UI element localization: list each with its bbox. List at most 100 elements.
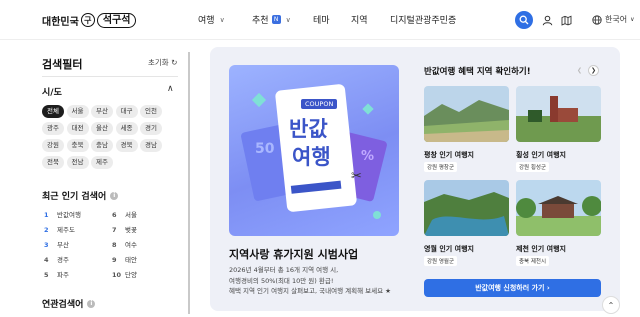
rank-number: 4 [44, 256, 49, 264]
card-image-hoengseong[interactable] [516, 86, 601, 142]
rank-number: 3 [44, 241, 49, 249]
related-search-title: 연관검색어 i [42, 297, 96, 310]
event-desc-line-1: 2026년 4월부터 총 16개 지역 여행 시, [229, 266, 339, 274]
popular-search-item[interactable]: 5 파주 [44, 269, 69, 279]
region-chip[interactable]: 광주 [42, 122, 64, 135]
event-description: 2026년 4월부터 총 16개 지역 여행 시, 여행경비의 50%(최대 1… [229, 265, 404, 297]
region-chip[interactable]: 대구 [115, 105, 138, 118]
prev-button[interactable]: ❮ [574, 65, 585, 76]
event-title[interactable]: 지역사랑 휴가지원 시범사업 [229, 246, 358, 262]
region-chip[interactable]: 전남 [66, 156, 89, 169]
card-tag-pyeongchang: 강원 평창군 [424, 162, 458, 172]
apply-button-label: 반값여행 신청하러 가기 [475, 284, 545, 292]
info-icon[interactable]: i [110, 191, 119, 200]
next-button[interactable]: ❯ [588, 65, 599, 76]
card-image-yeongwol[interactable] [424, 180, 509, 236]
card-title-hoengseong[interactable]: 횡성 인기 여행지 [516, 150, 566, 160]
region-chip[interactable]: 강원 [42, 139, 64, 152]
map-icon [561, 15, 571, 26]
card-title-yeongwol[interactable]: 영월 인기 여행지 [424, 244, 474, 254]
region-chip[interactable]: 경남 [140, 139, 162, 152]
scissors-icon: ✂ [351, 169, 362, 184]
region-chip[interactable]: 경북 [115, 139, 138, 152]
scroll-top-button[interactable]: ⌃ [602, 296, 620, 314]
banner-deco-left: 50 [255, 141, 275, 157]
apply-button[interactable]: 반값여행 신청하러 가기 › [424, 279, 601, 297]
rank-term: 경주 [57, 256, 69, 264]
nav-digital-resident-label: 디지털관광주민증 [390, 16, 457, 26]
region-chip[interactable]: 부산 [91, 105, 113, 118]
region-chip[interactable]: 인천 [140, 105, 162, 118]
card-tag-jecheon: 충북 제천시 [516, 256, 550, 266]
info-icon[interactable]: i [87, 299, 96, 308]
user-button[interactable] [540, 13, 554, 27]
rank-term: 반값여행 [57, 211, 81, 219]
map-button[interactable] [559, 13, 573, 27]
reset-button[interactable]: 초기화 ↻ [148, 57, 177, 68]
popular-search-item[interactable]: 10 단양 [112, 269, 137, 279]
card-title-jecheon[interactable]: 제천 인기 여행지 [516, 244, 566, 254]
rank-term: 서울 [125, 211, 137, 219]
region-chip[interactable]: 서울 [66, 105, 89, 118]
card-image-pyeongchang[interactable] [424, 86, 509, 142]
region-chip[interactable]: 대전 [66, 122, 89, 135]
half-price-banner[interactable]: COUPON 반값 여행 50 % ✂ [229, 65, 399, 236]
popular-search-item[interactable]: 6 서울 [112, 209, 137, 219]
region-chip[interactable]: 충북 [66, 139, 89, 152]
event-desc-line-3-text: 혜택 지역 인기 여행지 살펴보고, 국내여행 계획해 보세요 [229, 287, 384, 295]
card-title-pyeongchang[interactable]: 평창 인기 여행지 [424, 150, 474, 160]
chevron-up-icon[interactable]: ∧ [167, 84, 174, 94]
rank-term: 파주 [57, 271, 69, 279]
sidebar-scrollbar[interactable] [188, 52, 190, 314]
popular-search-item[interactable]: 2 제주도 [44, 224, 75, 234]
search-icon [519, 15, 529, 25]
popular-search-item[interactable]: 7 벚꽃 [112, 224, 137, 234]
logo-mark: 구 [80, 13, 95, 27]
related-search-title-text: 연관검색어 [42, 300, 84, 310]
nav-region[interactable]: 지역 [351, 13, 368, 26]
popular-search-item[interactable]: 8 여수 [112, 239, 137, 249]
nav-theme[interactable]: 테마 [313, 13, 330, 26]
double-chevron-up-icon: ⌃ [607, 300, 615, 310]
popular-search-item[interactable]: 4 경주 [44, 254, 69, 264]
new-badge: N [271, 15, 281, 24]
logo-text-left: 대한민국 [42, 16, 79, 28]
coupon-label: COUPON [301, 99, 338, 109]
filter-title: 검색필터 [42, 58, 83, 71]
card-tag-hoengseong: 강원 횡성군 [516, 162, 550, 172]
region-chip[interactable]: 전체 [42, 105, 64, 118]
nav-theme-label: 테마 [313, 16, 330, 26]
event-desc-line-3: 혜택 지역 인기 여행지 살펴보고, 국내여행 계획해 보세요 ★ [229, 286, 404, 297]
globe-icon [592, 14, 602, 25]
region-chip[interactable]: 세종 [115, 122, 138, 135]
popular-search-item[interactable]: 1 반값여행 [44, 209, 81, 219]
reset-label: 초기화 [148, 58, 169, 67]
nav-digital-resident[interactable]: 디지털관광주민증 [390, 13, 456, 26]
nav-travel-label: 여행 [198, 16, 215, 26]
region-check-title: 반값여행 혜택 지역 확인하기! [424, 67, 531, 77]
search-button[interactable] [515, 11, 533, 29]
banner-line2: 여행 [292, 145, 331, 169]
card-image-jecheon[interactable] [516, 180, 601, 236]
region-chip[interactable]: 전북 [42, 156, 64, 169]
divider [42, 76, 178, 77]
rank-number: 6 [112, 211, 117, 219]
rank-number: 2 [44, 226, 49, 234]
banner-line1: 반값 [289, 117, 328, 141]
nav-recommend[interactable]: 추천 N ∨ [252, 13, 291, 26]
popular-search-item[interactable]: 9 태안 [112, 254, 137, 264]
region-chip[interactable]: 충남 [91, 139, 113, 152]
rank-term: 벚꽃 [125, 226, 137, 234]
nav-travel[interactable]: 여행 ∨ [198, 13, 225, 27]
region-chip[interactable]: 제주 [91, 156, 113, 169]
chevron-down-icon: ∨ [285, 15, 291, 24]
region-chip[interactable]: 울산 [91, 122, 113, 135]
site-logo[interactable]: 대한민국 구 석구석 [42, 11, 137, 29]
popular-search-item[interactable]: 3 부산 [44, 239, 69, 249]
banner-deco-right: % [361, 149, 375, 164]
popular-search-title: 최근 인기 검색어 i [42, 189, 119, 202]
rank-number: 1 [44, 211, 49, 219]
language-selector[interactable]: 한국어 ∨ [592, 14, 635, 25]
region-chip[interactable]: 경기 [140, 122, 162, 135]
rank-number: 7 [112, 226, 117, 234]
